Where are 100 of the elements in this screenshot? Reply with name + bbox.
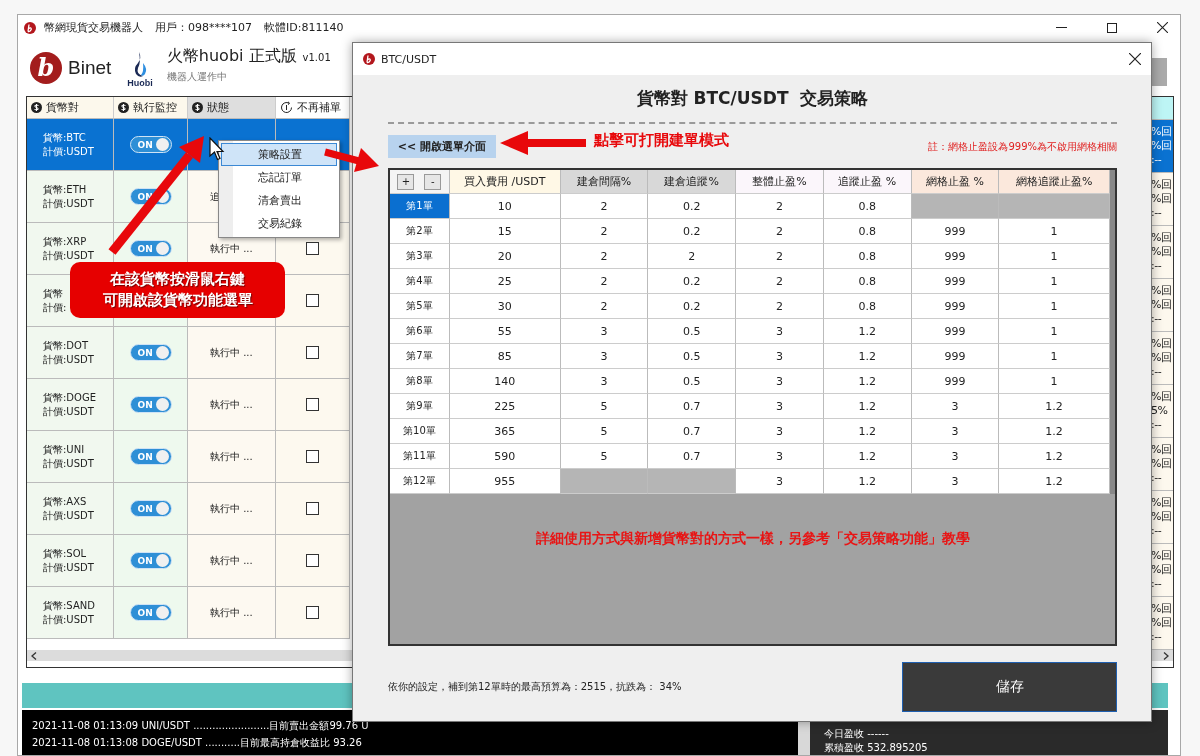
table-cell[interactable]: 1.2	[999, 469, 1110, 494]
table-cell[interactable]: 55	[449, 319, 561, 344]
table-cell[interactable]: 1	[999, 219, 1110, 244]
row-header[interactable]: 第7單	[390, 344, 450, 369]
table-cell[interactable]: 1.2	[823, 369, 912, 394]
table-cell[interactable]: 15	[449, 219, 561, 244]
menu-item[interactable]: 忘記訂單	[221, 166, 337, 189]
checkbox[interactable]	[306, 606, 319, 620]
row-header[interactable]: 第10單	[390, 419, 450, 444]
table-cell[interactable]: 10	[449, 194, 561, 219]
table-cell[interactable]: 999	[911, 319, 1000, 344]
table-cell[interactable]: 1.2	[823, 344, 912, 369]
close-icon[interactable]	[1129, 53, 1141, 65]
column-header[interactable]: 不再補單	[276, 97, 350, 120]
row-header[interactable]: 第8單	[390, 369, 450, 394]
row-header[interactable]: 第2單	[390, 219, 450, 244]
row-header[interactable]: 第1單	[390, 194, 450, 219]
table-cell[interactable]: 590	[449, 444, 561, 469]
table-cell[interactable]: 2	[736, 194, 824, 219]
table-cell[interactable]: 20	[449, 244, 561, 269]
table-cell[interactable]: 3	[560, 369, 649, 394]
table-cell[interactable]: 1.2	[999, 419, 1110, 444]
add-row-button[interactable]: +	[397, 173, 415, 190]
table-cell[interactable]: 0.2	[648, 194, 736, 219]
table-cell[interactable]: 0.5	[648, 344, 736, 369]
table-cell[interactable]: 5	[560, 394, 649, 419]
scrollbar[interactable]	[1110, 170, 1115, 494]
menu-item[interactable]: 交易紀錄	[221, 212, 337, 235]
table-cell[interactable]: 1.2	[823, 469, 912, 494]
checkbox[interactable]	[306, 398, 319, 412]
table-cell[interactable]: 0.7	[648, 444, 736, 469]
minimize-icon[interactable]	[1056, 26, 1067, 29]
checkbox[interactable]	[306, 242, 319, 256]
table-cell[interactable]: 2	[648, 244, 736, 269]
table-cell[interactable]: 2	[736, 244, 824, 269]
checkbox[interactable]	[306, 294, 319, 308]
table-cell[interactable]: 30	[449, 294, 561, 319]
table-cell[interactable]: 1.2	[999, 394, 1110, 419]
table-cell[interactable]: 365	[449, 419, 561, 444]
table-cell[interactable]: 3	[911, 444, 1000, 469]
table-cell[interactable]: 2	[560, 219, 649, 244]
row-header[interactable]: 第5單	[390, 294, 450, 319]
chevron-right-icon[interactable]	[1163, 651, 1169, 660]
row-header[interactable]: 第11單	[390, 444, 450, 469]
table-cell[interactable]: 2	[560, 244, 649, 269]
menu-item[interactable]: 策略設置	[221, 143, 337, 166]
checkbox[interactable]	[306, 346, 319, 360]
table-cell[interactable]: 999	[911, 344, 1000, 369]
table-cell[interactable]: 0.8	[823, 219, 912, 244]
table-cell[interactable]: 0.8	[823, 194, 912, 219]
table-cell[interactable]	[999, 194, 1110, 219]
table-cell[interactable]: 955	[449, 469, 561, 494]
table-cell[interactable]: 140	[449, 369, 561, 394]
table-cell[interactable]: 1	[999, 319, 1110, 344]
row-header[interactable]: 第9單	[390, 394, 450, 419]
table-cell[interactable]: 1.2	[999, 444, 1110, 469]
open-menu-button[interactable]: << 開啟選單介面	[388, 135, 496, 158]
table-cell[interactable]: 25	[449, 269, 561, 294]
table-cell[interactable]: 999	[911, 269, 1000, 294]
table-cell[interactable]: 1	[999, 369, 1110, 394]
table-cell[interactable]: 2	[560, 269, 649, 294]
table-cell[interactable]: 225	[449, 394, 561, 419]
table-cell[interactable]: 0.2	[648, 294, 736, 319]
row-header[interactable]: 第12單	[390, 469, 450, 494]
table-cell[interactable]: 3	[911, 419, 1000, 444]
table-cell[interactable]: 999	[911, 369, 1000, 394]
table-cell[interactable]: 3	[911, 394, 1000, 419]
table-cell[interactable]: 1	[999, 269, 1110, 294]
table-cell[interactable]	[560, 469, 649, 494]
table-cell[interactable]: 0.8	[823, 269, 912, 294]
table-cell[interactable]: 3	[736, 419, 824, 444]
table-cell[interactable]: 3	[736, 394, 824, 419]
checkbox[interactable]	[306, 554, 319, 568]
table-cell[interactable]: 999	[911, 219, 1000, 244]
column-header[interactable]: 貨幣對	[27, 97, 114, 120]
row-header[interactable]: 第4單	[390, 269, 450, 294]
table-cell[interactable]: 0.7	[648, 394, 736, 419]
table-cell[interactable]: 0.5	[648, 369, 736, 394]
table-cell[interactable]: 3	[736, 444, 824, 469]
save-button[interactable]: 儲存	[902, 662, 1117, 712]
table-cell[interactable]: 0.2	[648, 269, 736, 294]
table-cell[interactable]: 1	[999, 294, 1110, 319]
close-icon[interactable]	[1157, 22, 1168, 34]
table-cell[interactable]: 0.5	[648, 319, 736, 344]
maximize-icon[interactable]	[1107, 22, 1117, 33]
table-cell[interactable]: 3	[736, 344, 824, 369]
table-cell[interactable]: 0.7	[648, 419, 736, 444]
table-cell[interactable]: 3	[911, 469, 1000, 494]
table-cell[interactable]: 5	[560, 444, 649, 469]
table-cell[interactable]: 3	[560, 344, 649, 369]
table-cell[interactable]	[648, 469, 736, 494]
table-cell[interactable]: 2	[560, 194, 649, 219]
table-cell[interactable]: 0.8	[823, 244, 912, 269]
table-cell[interactable]: 1	[999, 344, 1110, 369]
table-cell[interactable]: 2	[736, 219, 824, 244]
table-cell[interactable]: 2	[560, 294, 649, 319]
table-cell[interactable]: 1	[999, 244, 1110, 269]
table-cell[interactable]: 2	[736, 294, 824, 319]
table-cell[interactable]: 1.2	[823, 444, 912, 469]
menu-item[interactable]: 清倉賣出	[221, 189, 337, 212]
